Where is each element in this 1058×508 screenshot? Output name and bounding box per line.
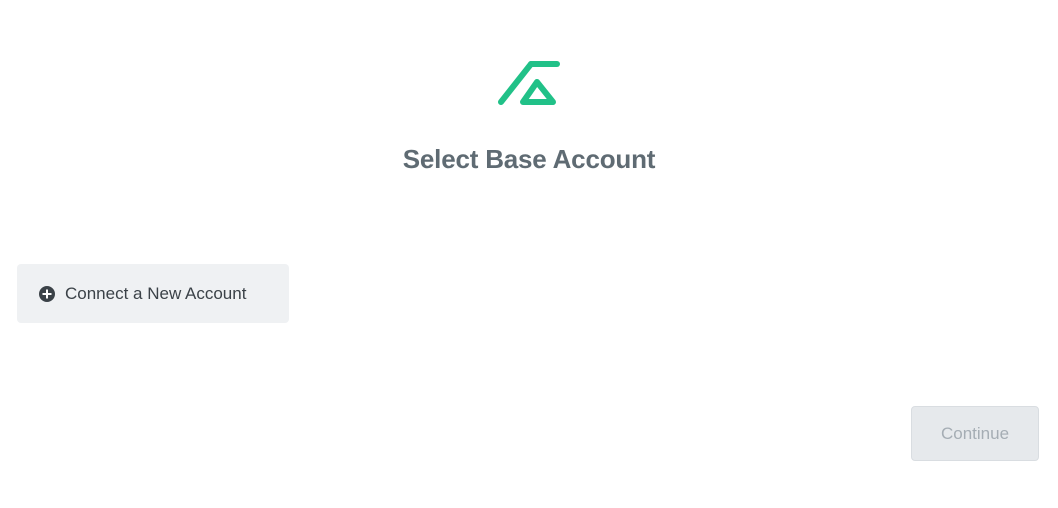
select-account-page: Select Base Account Connect a New Accoun… xyxy=(0,0,1058,508)
continue-button[interactable]: Continue xyxy=(911,406,1039,461)
plus-circle-icon xyxy=(39,285,55,302)
base-logo-icon xyxy=(498,61,560,105)
connect-new-account-button[interactable]: Connect a New Account xyxy=(17,264,289,323)
page-title: Select Base Account xyxy=(402,144,656,174)
connect-new-account-label: Connect a New Account xyxy=(65,283,247,303)
